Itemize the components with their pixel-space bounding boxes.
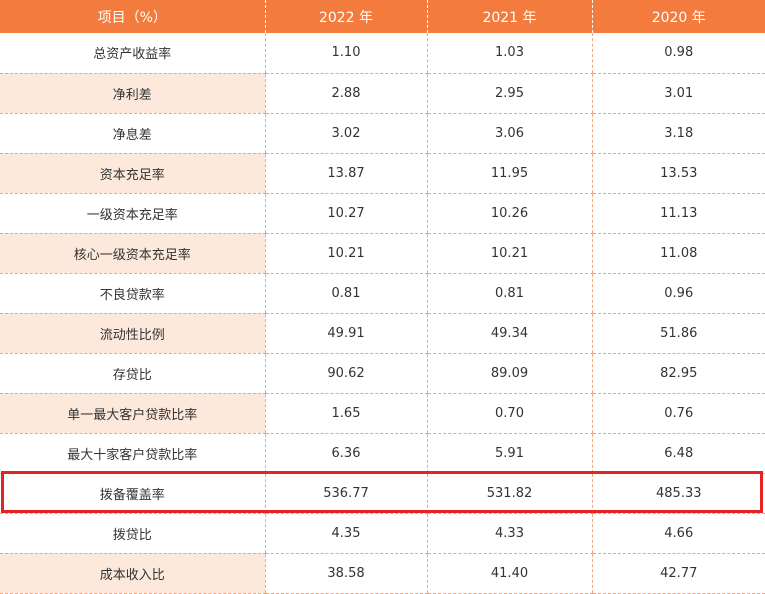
cell-2022: 38.58 xyxy=(264,553,427,594)
table-row: 净息差 3.02 3.06 3.18 xyxy=(0,113,765,154)
row-label: 净息差 xyxy=(0,113,265,154)
table-row: 总资产收益率 1.10 1.03 0.98 xyxy=(0,33,765,74)
cell-2021: 0.81 xyxy=(426,273,592,314)
header-2020: 2020 年 xyxy=(591,0,765,33)
cell-2022: 6.36 xyxy=(264,433,427,474)
table-row: 成本收入比 38.58 41.40 42.77 xyxy=(0,553,765,594)
cell-2022: 1.10 xyxy=(264,33,427,74)
cell-2020: 3.18 xyxy=(591,113,765,154)
table-row: 净利差 2.88 2.95 3.01 xyxy=(0,73,765,114)
cell-2020: 51.86 xyxy=(591,313,765,354)
cell-2020: 11.08 xyxy=(591,233,765,274)
header-item: 项目（%） xyxy=(0,0,265,33)
cell-2022: 10.27 xyxy=(264,193,427,234)
row-label: 拨备覆盖率 xyxy=(0,473,265,514)
cell-2020: 485.33 xyxy=(591,473,765,514)
cell-2022: 49.91 xyxy=(264,313,427,354)
cell-2021: 1.03 xyxy=(426,33,592,74)
cell-2020: 11.13 xyxy=(591,193,765,234)
table-row: 流动性比例 49.91 49.34 51.86 xyxy=(0,313,765,354)
cell-2021: 49.34 xyxy=(426,313,592,354)
cell-2021: 5.91 xyxy=(426,433,592,474)
cell-2021: 10.21 xyxy=(426,233,592,274)
cell-2022: 2.88 xyxy=(264,73,427,114)
table-row: 存贷比 90.62 89.09 82.95 xyxy=(0,353,765,394)
header-row: 项目（%） 2022 年 2021 年 2020 年 xyxy=(0,0,765,33)
cell-2020: 0.96 xyxy=(591,273,765,314)
cell-2020: 6.48 xyxy=(591,433,765,474)
row-label: 流动性比例 xyxy=(0,313,265,354)
cell-2021: 89.09 xyxy=(426,353,592,394)
cell-2021: 2.95 xyxy=(426,73,592,114)
cell-2020: 3.01 xyxy=(591,73,765,114)
cell-2020: 13.53 xyxy=(591,153,765,194)
row-label: 拨贷比 xyxy=(0,513,265,554)
cell-2022: 10.21 xyxy=(264,233,427,274)
cell-2020: 82.95 xyxy=(591,353,765,394)
row-label: 不良贷款率 xyxy=(0,273,265,314)
cell-2022: 90.62 xyxy=(264,353,427,394)
cell-2022: 0.81 xyxy=(264,273,427,314)
cell-2020: 42.77 xyxy=(591,553,765,594)
cell-2021: 0.70 xyxy=(426,393,592,434)
cell-2021: 10.26 xyxy=(426,193,592,234)
row-label: 一级资本充足率 xyxy=(0,193,265,234)
header-2022: 2022 年 xyxy=(264,0,427,33)
row-label: 净利差 xyxy=(0,73,265,114)
row-label: 最大十家客户贷款比率 xyxy=(0,433,265,474)
table-row: 核心一级资本充足率 10.21 10.21 11.08 xyxy=(0,233,765,274)
cell-2021: 4.33 xyxy=(426,513,592,554)
cell-2022: 4.35 xyxy=(264,513,427,554)
cell-2022: 536.77 xyxy=(264,473,427,514)
header-2021: 2021 年 xyxy=(426,0,592,33)
cell-2021: 531.82 xyxy=(426,473,592,514)
table-row: 不良贷款率 0.81 0.81 0.96 xyxy=(0,273,765,314)
cell-2021: 11.95 xyxy=(426,153,592,194)
row-label: 资本充足率 xyxy=(0,153,265,194)
table-row: 单一最大客户贷款比率 1.65 0.70 0.76 xyxy=(0,393,765,434)
financial-indicators-table: 项目（%） 2022 年 2021 年 2020 年 总资产收益率 1.10 1… xyxy=(0,0,765,594)
table-row: 一级资本充足率 10.27 10.26 11.13 xyxy=(0,193,765,234)
cell-2022: 13.87 xyxy=(264,153,427,194)
row-label: 单一最大客户贷款比率 xyxy=(0,393,265,434)
table-row: 最大十家客户贷款比率 6.36 5.91 6.48 xyxy=(0,433,765,474)
table-row: 资本充足率 13.87 11.95 13.53 xyxy=(0,153,765,194)
table-row-highlighted: 拨备覆盖率 536.77 531.82 485.33 xyxy=(0,473,765,514)
cell-2022: 1.65 xyxy=(264,393,427,434)
row-label: 总资产收益率 xyxy=(0,33,265,74)
table-row: 拨贷比 4.35 4.33 4.66 xyxy=(0,513,765,554)
row-label: 核心一级资本充足率 xyxy=(0,233,265,274)
cell-2021: 3.06 xyxy=(426,113,592,154)
row-label: 存贷比 xyxy=(0,353,265,394)
cell-2020: 4.66 xyxy=(591,513,765,554)
cell-2020: 0.76 xyxy=(591,393,765,434)
row-label: 成本收入比 xyxy=(0,553,265,594)
cell-2021: 41.40 xyxy=(426,553,592,594)
cell-2020: 0.98 xyxy=(591,33,765,74)
cell-2022: 3.02 xyxy=(264,113,427,154)
